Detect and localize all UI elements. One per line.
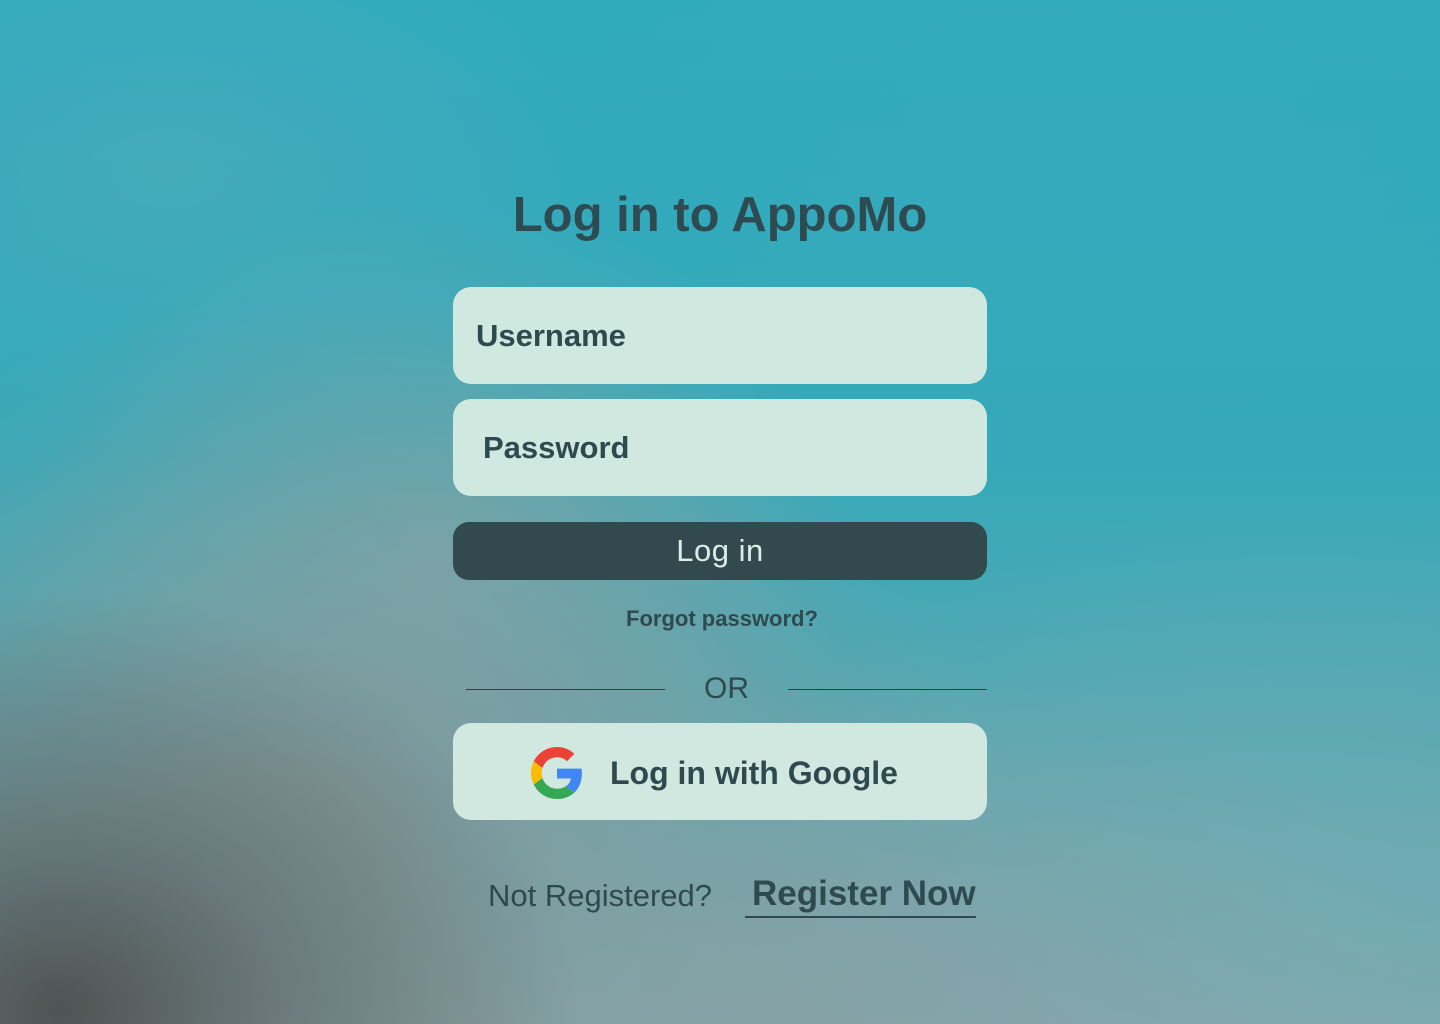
page-title: Log in to AppoMo bbox=[512, 188, 928, 242]
login-button-label: Log in bbox=[676, 533, 764, 568]
register-now-link[interactable]: Register Now bbox=[745, 872, 976, 918]
google-g-icon bbox=[531, 747, 582, 799]
forgot-password-link[interactable]: Forgot password? bbox=[0, 606, 1440, 632]
divider-left bbox=[466, 689, 665, 690]
login-button[interactable]: Log in bbox=[453, 522, 987, 580]
username-placeholder: Username bbox=[476, 317, 626, 353]
password-field[interactable]: Password bbox=[453, 399, 987, 496]
google-login-label: Log in with Google bbox=[610, 755, 898, 791]
password-placeholder: Password bbox=[483, 429, 630, 465]
google-login-button[interactable]: Log in with Google bbox=[453, 723, 987, 820]
username-field[interactable]: Username bbox=[453, 287, 987, 384]
forgot-password-label: Forgot password? bbox=[626, 606, 818, 631]
divider-right bbox=[788, 689, 987, 690]
background bbox=[0, 0, 1440, 1024]
not-registered-text: Not Registered? bbox=[488, 878, 713, 913]
or-divider-label: OR bbox=[704, 672, 749, 705]
